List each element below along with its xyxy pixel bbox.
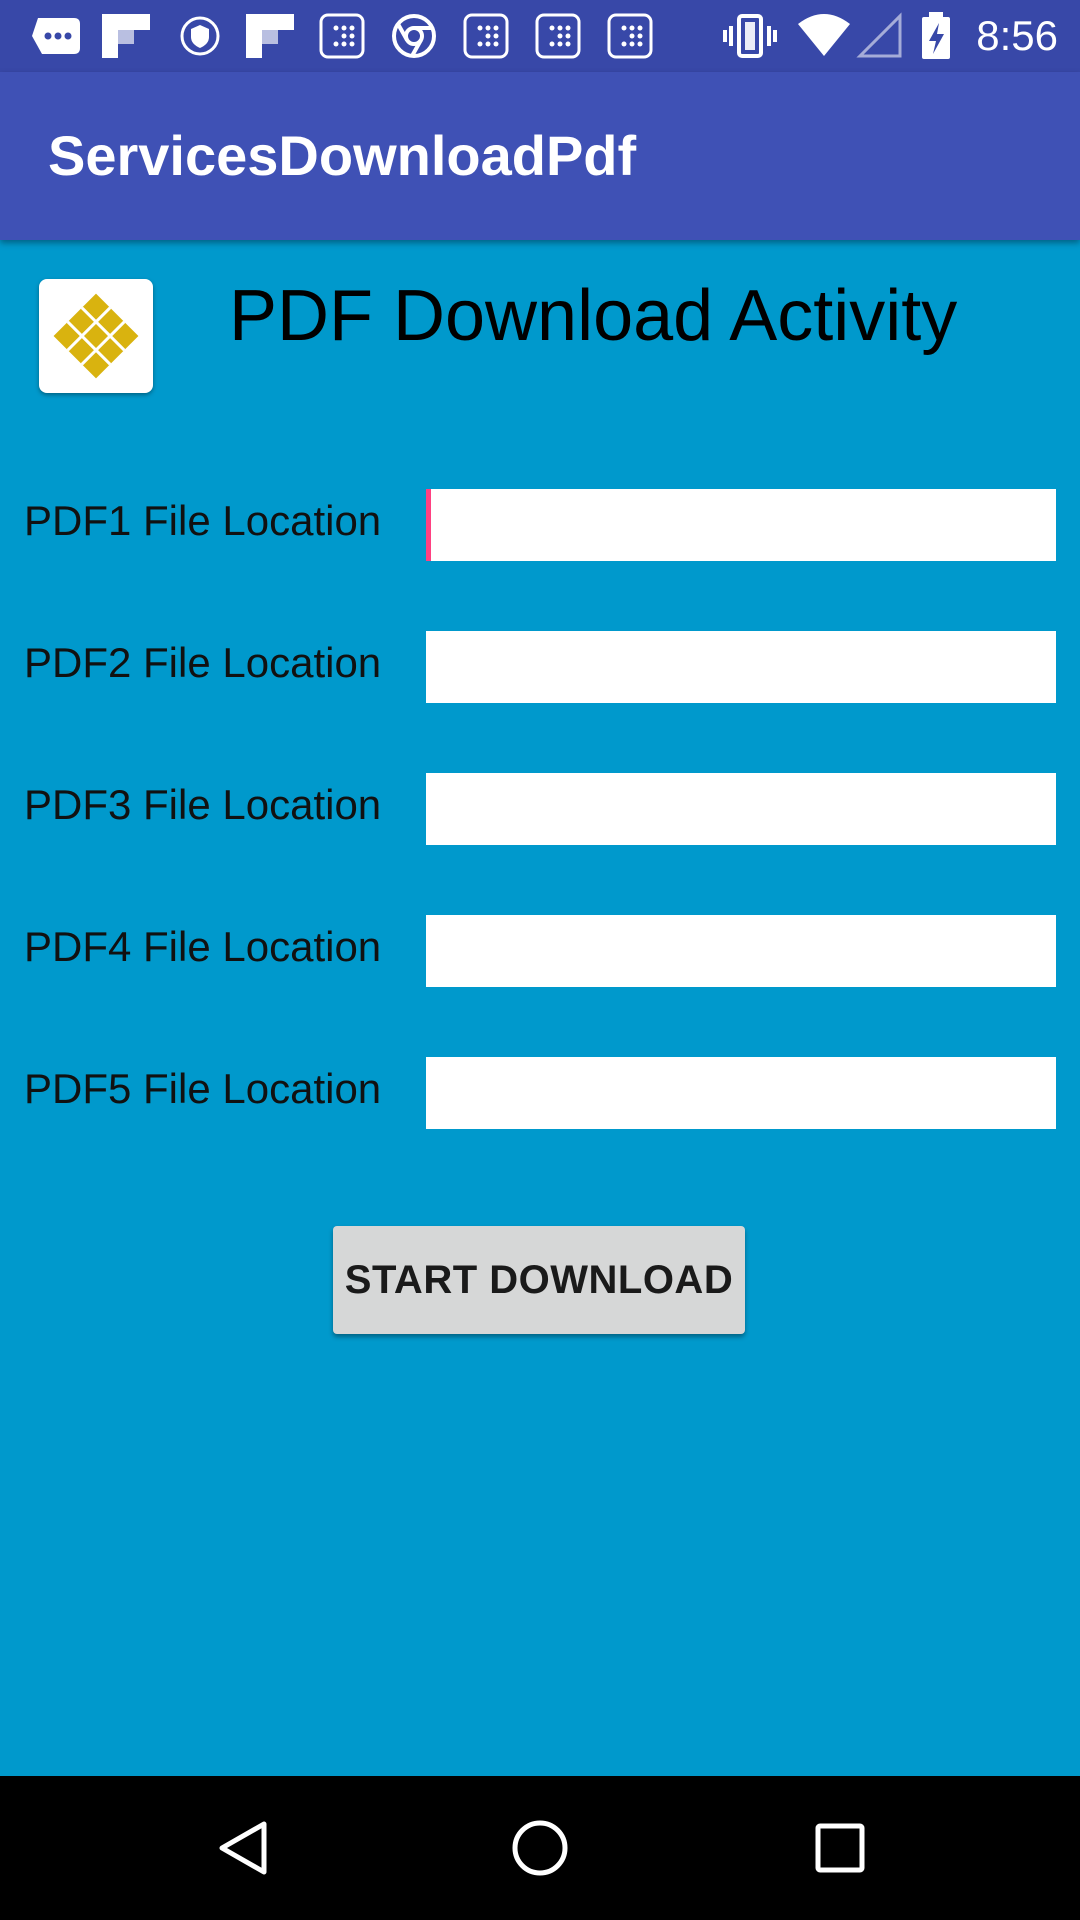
home-icon[interactable]	[508, 1816, 572, 1880]
pdf3-label: PDF3 File Location	[24, 781, 382, 828]
pdf2-location-input[interactable]	[426, 631, 1056, 703]
pdf5-label: PDF5 File Location	[24, 1065, 382, 1112]
battery-charging-icon	[922, 12, 950, 59]
vibrate-icon	[723, 14, 777, 58]
pdf1-location-input[interactable]	[426, 489, 1056, 561]
flipboard-icon	[102, 14, 150, 58]
status-time: 8:56	[976, 12, 1058, 59]
navigation-bar	[0, 1776, 1080, 1920]
recents-icon[interactable]	[808, 1816, 872, 1880]
chrome-icon	[392, 14, 436, 58]
status-bar: 8:56	[0, 0, 1080, 72]
pdf4-location-input[interactable]	[426, 915, 1056, 987]
app-grid-icon	[607, 13, 653, 59]
app-grid-icon	[319, 13, 365, 59]
vpn-shield-icon	[180, 16, 220, 56]
flipboard-icon	[246, 14, 294, 58]
pdf2-label: PDF2 File Location	[24, 639, 382, 686]
app-bar: ServicesDownloadPdf	[0, 72, 1080, 240]
pdf1-label: PDF1 File Location	[24, 497, 382, 544]
page-title: PDF Download Activity	[229, 276, 958, 356]
pdf3-location-input[interactable]	[426, 773, 1056, 845]
app-title: ServicesDownloadPdf	[48, 124, 637, 187]
back-icon[interactable]	[212, 1816, 276, 1880]
app-grid-icon	[463, 13, 509, 59]
logo-graphic	[53, 293, 139, 379]
app-logo-icon	[39, 279, 153, 393]
message-icon	[32, 18, 80, 54]
pdf5-location-input[interactable]	[426, 1057, 1056, 1129]
cell-signal-icon	[856, 12, 902, 58]
wifi-icon	[798, 14, 850, 56]
start-download-button[interactable]: START DOWNLOAD	[333, 1226, 745, 1334]
app-grid-icon	[535, 13, 581, 59]
pdf4-label: PDF4 File Location	[24, 923, 382, 970]
